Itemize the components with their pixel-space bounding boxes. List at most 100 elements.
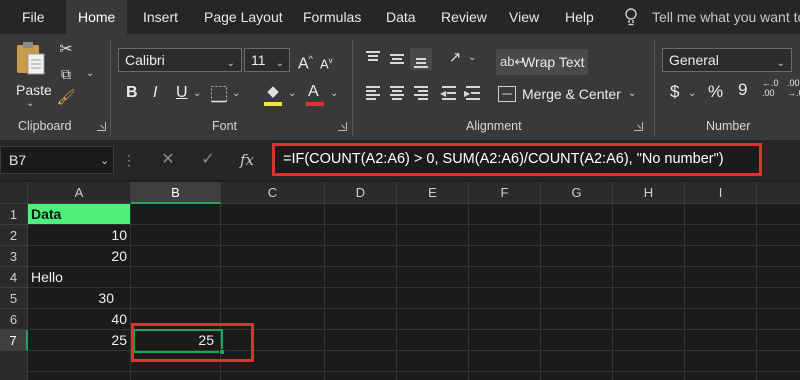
enter-entry-icon[interactable]: ✓ <box>198 150 218 170</box>
cut-icon[interactable]: ✂ <box>56 40 76 60</box>
column-header-c[interactable]: C <box>221 182 325 204</box>
tab-home[interactable]: Home <box>66 0 128 34</box>
underline-dropdown-icon[interactable]: ⌄ <box>193 88 201 99</box>
lightbulb-icon <box>625 8 637 26</box>
orientation-icon[interactable]: ↗ <box>444 48 466 68</box>
tab-page-layout[interactable]: Page Layout <box>204 0 283 34</box>
increase-decimal-button[interactable]: ←.0 .00 <box>762 78 779 98</box>
column-header-f[interactable]: F <box>469 182 541 204</box>
underline-button[interactable]: U <box>176 83 188 103</box>
select-all-corner[interactable] <box>0 182 28 204</box>
font-size-select[interactable]: 11 ⌄ <box>244 48 290 72</box>
font-family-select[interactable]: Calibri ⌄ <box>118 48 242 72</box>
cell-a1[interactable]: Data <box>28 204 131 225</box>
grow-font-button[interactable]: A^ <box>298 49 313 74</box>
number-group-label: Number <box>706 119 751 133</box>
tab-file[interactable]: File <box>22 0 45 34</box>
ribbon-home: Paste ⌄ ✂ ⧉ ⌄ 🖌 Clipboard Calibri ⌄ 11 ⌄… <box>0 34 800 140</box>
ribbon-separator <box>352 40 353 136</box>
font-color-dropdown-icon[interactable]: ⌄ <box>330 88 338 99</box>
italic-button[interactable]: I <box>153 83 157 103</box>
row-header-5[interactable]: 5 <box>0 288 28 309</box>
row-header-7[interactable]: 7 <box>0 330 28 351</box>
column-header-a[interactable]: A <box>28 182 131 204</box>
tab-help[interactable]: Help <box>565 0 594 34</box>
fill-color-button[interactable]: ◆ <box>262 82 284 106</box>
row-header-1[interactable]: 1 <box>0 204 28 225</box>
alignment-dialog-launcher[interactable] <box>634 122 643 131</box>
copy-dropdown-icon[interactable]: ⌄ <box>86 68 94 79</box>
wrap-text-button[interactable]: ab↵ Wrap Text <box>496 49 588 75</box>
worksheet-grid: A B C D E F G H I 1 2 3 4 5 6 7 Data 10 … <box>0 182 800 380</box>
row-header-2[interactable]: 2 <box>0 225 28 246</box>
column-header-d[interactable]: D <box>325 182 397 204</box>
cell-a4[interactable]: Hello <box>28 267 131 288</box>
cell-a5[interactable]: 30 <box>28 288 117 309</box>
row-header-3[interactable]: 3 <box>0 246 28 267</box>
col-gridline <box>540 204 541 380</box>
annotation-highlight-b7 <box>131 323 254 362</box>
clipboard-group-label: Clipboard <box>18 119 72 133</box>
percent-button[interactable]: % <box>708 82 723 102</box>
formula-bar: B7 ⌄ ⋮ ✕ ✓ fx =IF(COUNT(A2:A6) > 0, SUM(… <box>0 140 800 180</box>
col-gridline <box>396 204 397 380</box>
format-painter-icon[interactable]: 🖌 <box>56 88 76 108</box>
bottom-align-button[interactable] <box>410 48 432 70</box>
orientation-dropdown-icon[interactable]: ⌄ <box>468 52 476 63</box>
font-color-button[interactable]: A <box>304 82 326 106</box>
column-header-i[interactable]: I <box>685 182 757 204</box>
cancel-entry-icon[interactable]: ✕ <box>158 150 178 170</box>
currency-dropdown-icon[interactable]: ⌄ <box>688 88 696 99</box>
tab-insert[interactable]: Insert <box>143 0 178 34</box>
merge-center-label: Merge & Center <box>522 86 621 102</box>
paste-dropdown-icon[interactable]: ⌄ <box>26 98 34 109</box>
row-header-4[interactable]: 4 <box>0 267 28 288</box>
column-header-b[interactable]: B <box>131 182 221 204</box>
fill-dropdown-icon[interactable]: ⌄ <box>288 88 296 99</box>
top-align-button[interactable] <box>362 48 384 70</box>
col-gridline <box>756 204 757 380</box>
middle-align-button[interactable] <box>386 48 408 70</box>
arrow-left-icon: ◀ <box>440 89 447 98</box>
column-header-h[interactable]: H <box>613 182 685 204</box>
row-header-6[interactable]: 6 <box>0 309 28 330</box>
merge-icon <box>498 86 516 102</box>
name-box[interactable]: B7 <box>0 146 114 174</box>
tab-formulas[interactable]: Formulas <box>303 0 361 34</box>
currency-button[interactable]: $ <box>670 82 679 102</box>
tab-view[interactable]: View <box>509 0 539 34</box>
font-dialog-launcher[interactable] <box>338 122 347 131</box>
formula-input[interactable]: =IF(COUNT(A2:A6) > 0, SUM(A2:A6)/COUNT(A… <box>272 143 762 176</box>
merge-center-button[interactable]: Merge & Center ⌄ <box>498 82 642 106</box>
col-gridline <box>468 204 469 380</box>
cell-a6[interactable]: 40 <box>28 309 131 330</box>
cell-a3[interactable]: 20 <box>28 246 131 267</box>
insert-function-icon[interactable]: fx <box>236 150 258 170</box>
name-box-dropdown-icon[interactable]: ⌄ <box>100 154 109 167</box>
increase-indent-button[interactable]: ▶ <box>462 82 484 104</box>
font-color-swatch <box>306 102 324 106</box>
align-right-button[interactable] <box>410 82 432 104</box>
font-family-value: Calibri <box>125 52 165 68</box>
more-options-icon[interactable]: ⋮ <box>122 150 136 170</box>
borders-dropdown-icon[interactable]: ⌄ <box>232 88 240 99</box>
comma-style-button[interactable]: 9 <box>738 80 747 100</box>
column-header-e[interactable]: E <box>397 182 469 204</box>
bold-button[interactable]: B <box>126 83 138 103</box>
ribbon-separator <box>654 40 655 136</box>
cell-a7[interactable]: 25 <box>28 330 131 351</box>
decrease-decimal-button[interactable]: .00 →.0 <box>787 78 800 98</box>
shrink-font-button[interactable]: Av <box>320 51 333 74</box>
tab-data[interactable]: Data <box>386 0 416 34</box>
align-left-button[interactable] <box>362 82 384 104</box>
clipboard-dialog-launcher[interactable] <box>97 122 106 131</box>
borders-icon[interactable] <box>210 85 228 103</box>
paste-button[interactable]: Paste ⌄ <box>10 40 52 110</box>
column-header-g[interactable]: G <box>541 182 613 204</box>
tab-review[interactable]: Review <box>441 0 487 34</box>
decrease-indent-button[interactable]: ◀ <box>438 82 460 104</box>
copy-icon[interactable]: ⧉ <box>56 64 76 84</box>
number-format-select[interactable]: General ⌄ <box>662 48 792 72</box>
cell-a2[interactable]: 10 <box>28 225 131 246</box>
align-center-button[interactable] <box>386 82 408 104</box>
